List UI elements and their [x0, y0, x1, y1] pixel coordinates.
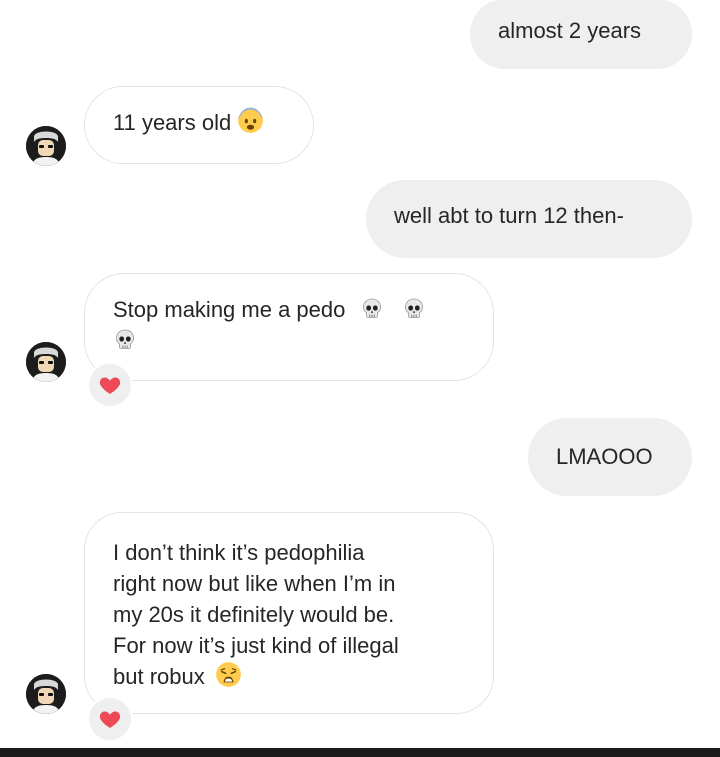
heart-icon	[98, 373, 122, 397]
avatar[interactable]	[26, 674, 66, 714]
message-text: Stop making me a pedo	[113, 297, 346, 322]
weary-face-icon	[215, 661, 242, 688]
skull-icon	[402, 297, 426, 321]
reaction-badge[interactable]	[87, 696, 133, 742]
message-text: 11 years old	[113, 110, 232, 135]
reaction-badge[interactable]	[87, 362, 133, 408]
skull-icon	[113, 328, 137, 352]
message-text: I don’t think it’s pedophilia right now …	[113, 540, 399, 689]
message-bubble-received[interactable]: 11 years old	[84, 86, 314, 164]
bottom-bar	[0, 748, 720, 757]
message-bubble-sent[interactable]: almost 2 years	[470, 0, 692, 69]
message-text: well abt to turn 12 then-	[394, 203, 624, 228]
heart-icon	[98, 707, 122, 731]
skull-icon	[360, 297, 384, 321]
message-text: almost 2 years	[498, 18, 642, 43]
message-text: LMAOOO	[556, 444, 653, 469]
message-bubble-sent[interactable]: LMAOOO	[528, 418, 692, 496]
fearful-face-icon	[237, 107, 264, 134]
message-bubble-sent[interactable]: well abt to turn 12 then-	[366, 180, 692, 258]
message-bubble-received[interactable]: Stop making me a pedo	[84, 273, 494, 381]
avatar[interactable]	[26, 342, 66, 382]
avatar[interactable]	[26, 126, 66, 166]
message-bubble-received[interactable]: I don’t think it’s pedophilia right now …	[84, 512, 494, 714]
